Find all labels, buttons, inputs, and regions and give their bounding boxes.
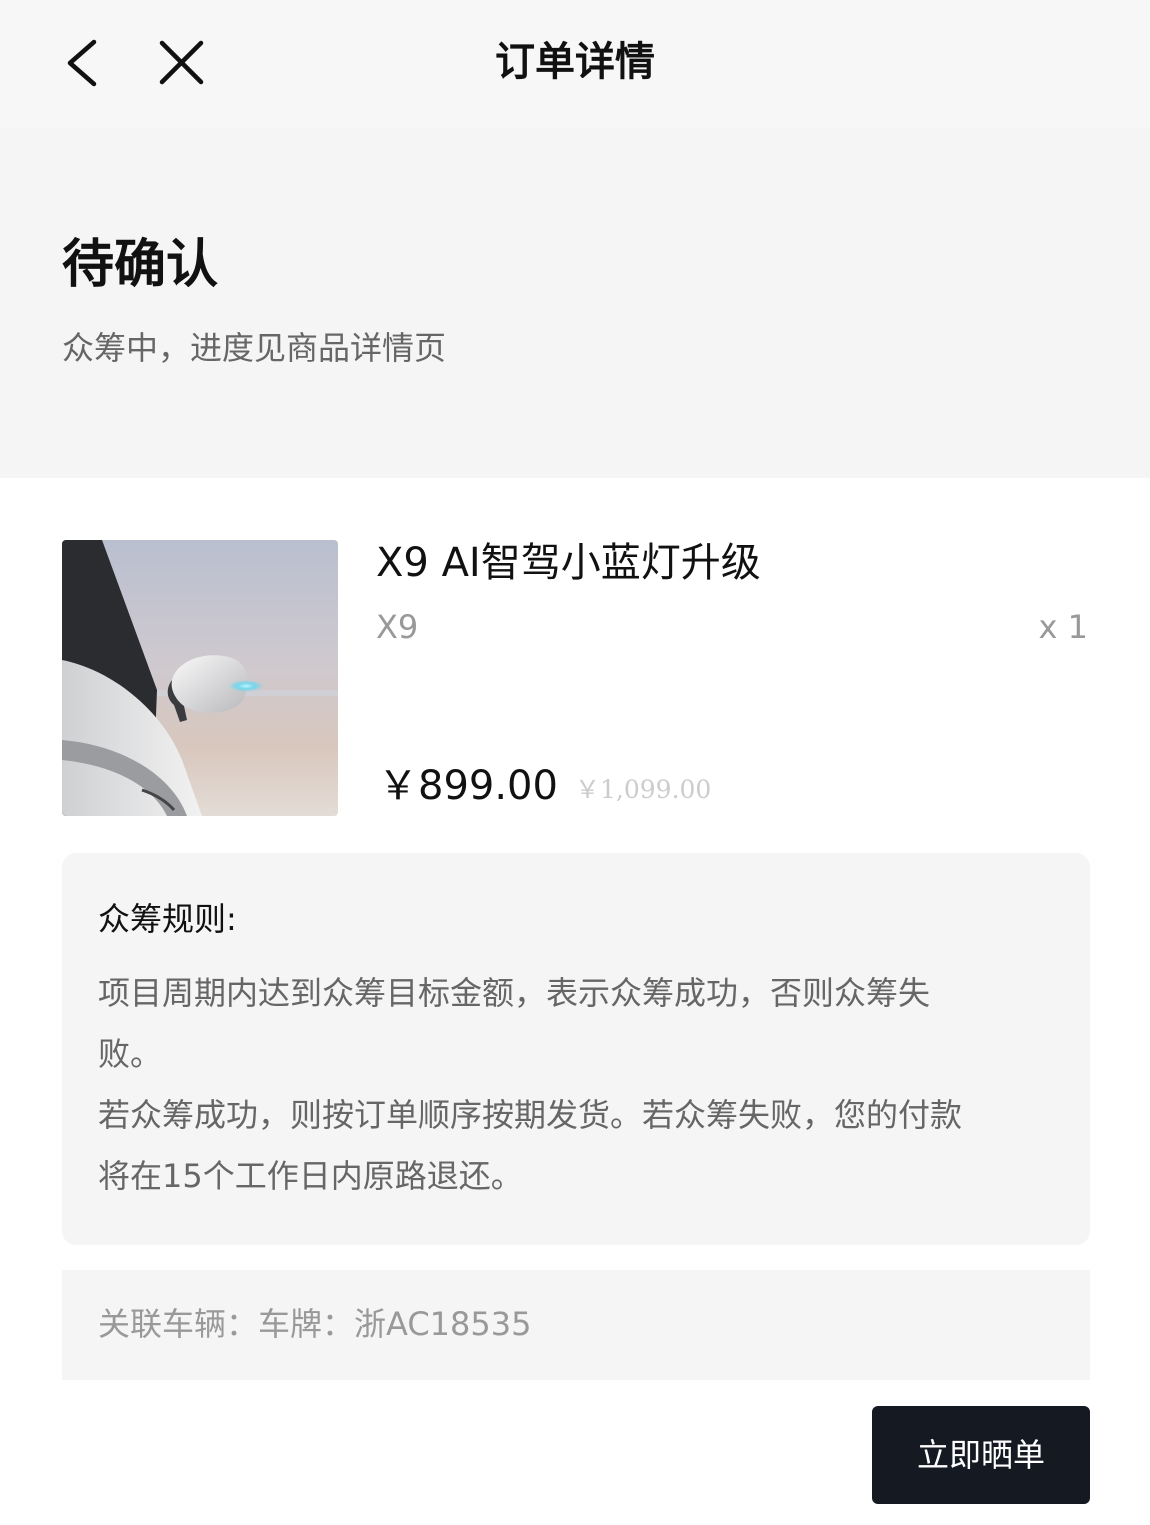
product-original-price: ￥1,099.00	[575, 775, 712, 804]
product-name[interactable]: X9 AI智驾小蓝灯升级	[376, 535, 761, 591]
product-model: X9	[376, 608, 419, 646]
share-order-button[interactable]: 立即晒单	[872, 1406, 1090, 1504]
rules-body: 项目周期内达到众筹目标金额，表示众筹成功，否则众筹失 败。 若众筹成功，则按订单…	[98, 963, 1048, 1207]
order-status-title: 待确认	[62, 235, 219, 295]
product-quantity: x 1	[1038, 608, 1088, 646]
order-status-panel: 待确认 众筹中，进度见商品详情页	[0, 128, 1150, 478]
product-price: ￥899.00	[378, 763, 558, 809]
crowdfunding-rules-box: 众筹规则: 项目周期内达到众筹目标金额，表示众筹成功，否则众筹失 败。 若众筹成…	[62, 853, 1090, 1245]
rules-title: 众筹规则:	[98, 900, 237, 938]
product-image[interactable]	[62, 540, 338, 816]
rules-line: 将在15个工作日内原路退还。	[98, 1157, 523, 1195]
page-title: 订单详情	[495, 39, 655, 85]
rules-line: 若众筹成功，则按订单顺序按期发货。若众筹失败，您的付款	[98, 1096, 963, 1134]
order-status-subtitle: 众筹中，进度见商品详情页	[62, 329, 447, 367]
linked-vehicle-text: 关联车辆：车牌：浙AC18535	[98, 1305, 532, 1343]
rules-line: 项目周期内达到众筹目标金额，表示众筹成功，否则众筹失	[98, 974, 931, 1012]
rules-line: 败。	[98, 1035, 163, 1073]
nav-bar: 订单详情	[0, 0, 1150, 128]
linked-vehicle-row: 关联车辆：车牌：浙AC18535	[62, 1270, 1090, 1380]
